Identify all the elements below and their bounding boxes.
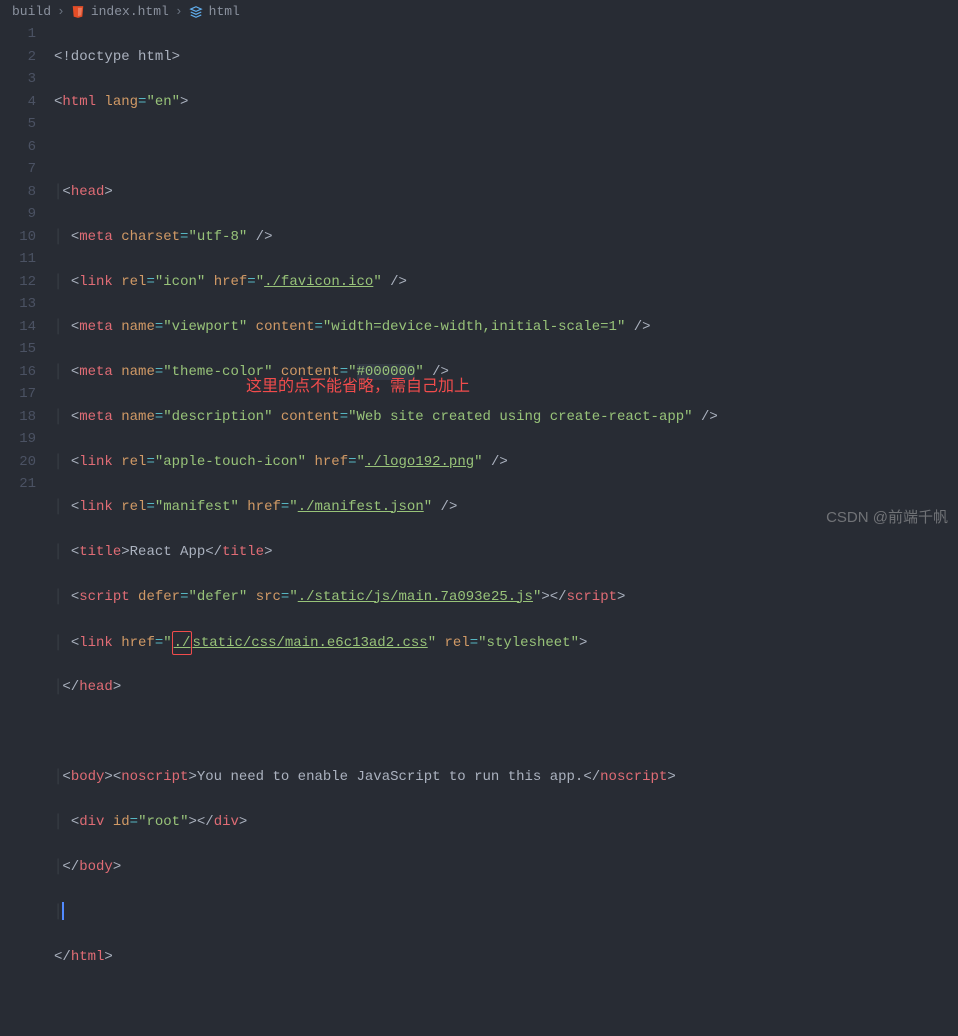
code-line: │ <link href="./static/css/main.e6c13ad2…	[54, 631, 958, 654]
highlighted-dot-box: ./	[172, 631, 193, 656]
code-line: │ <script defer="defer" src="./static/js…	[54, 586, 958, 609]
line-number: 19	[0, 428, 36, 451]
line-number: 2	[0, 46, 36, 69]
code-line: │<head>	[54, 181, 958, 204]
line-number: 9	[0, 203, 36, 226]
breadcrumb-seg-file[interactable]: index.html	[91, 4, 169, 19]
breadcrumb-seg-build[interactable]: build	[12, 4, 51, 19]
line-number: 17	[0, 383, 36, 406]
line-number: 15	[0, 338, 36, 361]
code-line: │ <link rel="icon" href="./favicon.ico" …	[54, 271, 958, 294]
code-line: │</head>	[54, 676, 958, 699]
code-line: │ <title>React App</title>	[54, 541, 958, 564]
code-line: │ <meta name="viewport" content="width=d…	[54, 316, 958, 339]
breadcrumb: build › index.html › html	[0, 0, 958, 23]
code-line: │ <meta name="theme-color" content="#000…	[54, 361, 958, 384]
line-number: 14	[0, 316, 36, 339]
line-number: 6	[0, 136, 36, 159]
line-number: 4	[0, 91, 36, 114]
html5-icon	[71, 5, 85, 19]
chevron-right-icon: ›	[57, 4, 65, 19]
line-number: 5	[0, 113, 36, 136]
line-number: 16	[0, 361, 36, 384]
line-gutter: 1 2 3 4 5 6 7 8 9 10 11 12 13 14 15 16 1…	[0, 23, 54, 1036]
code-line: </html>	[54, 946, 958, 969]
code-line: │	[54, 901, 958, 924]
code-editor[interactable]: 1 2 3 4 5 6 7 8 9 10 11 12 13 14 15 16 1…	[0, 23, 958, 1036]
code-line: │ <link rel="apple-touch-icon" href="./l…	[54, 451, 958, 474]
code-line: <html lang="en">	[54, 91, 958, 114]
code-line	[54, 136, 958, 159]
symbol-icon	[189, 5, 203, 19]
line-number: 3	[0, 68, 36, 91]
line-number: 13	[0, 293, 36, 316]
code-line: <!doctype html>	[54, 46, 958, 69]
chevron-right-icon: ›	[175, 4, 183, 19]
code-line: │</body>	[54, 856, 958, 879]
line-number: 8	[0, 181, 36, 204]
code-line: │ <meta charset="utf-8" />	[54, 226, 958, 249]
code-line: │ <link rel="manifest" href="./manifest.…	[54, 496, 958, 519]
code-line: │<body><noscript>You need to enable Java…	[54, 766, 958, 789]
line-number: 18	[0, 406, 36, 429]
text-cursor	[62, 902, 64, 920]
line-number: 7	[0, 158, 36, 181]
annotation-note: 这里的点不能省略，需自己加上	[246, 376, 470, 399]
line-number: 20	[0, 451, 36, 474]
code-content[interactable]: <!doctype html> <html lang="en"> │<head>…	[54, 23, 958, 1036]
code-line	[54, 721, 958, 744]
line-number: 11	[0, 248, 36, 271]
line-number: 12	[0, 271, 36, 294]
watermark: CSDN @前端千帆	[826, 506, 948, 527]
line-number: 1	[0, 23, 36, 46]
line-number: 21	[0, 473, 36, 496]
line-number: 10	[0, 226, 36, 249]
code-line: │ <meta name="description" content="Web …	[54, 406, 958, 429]
breadcrumb-seg-symbol[interactable]: html	[209, 4, 240, 19]
code-line: │ <div id="root"></div>	[54, 811, 958, 834]
